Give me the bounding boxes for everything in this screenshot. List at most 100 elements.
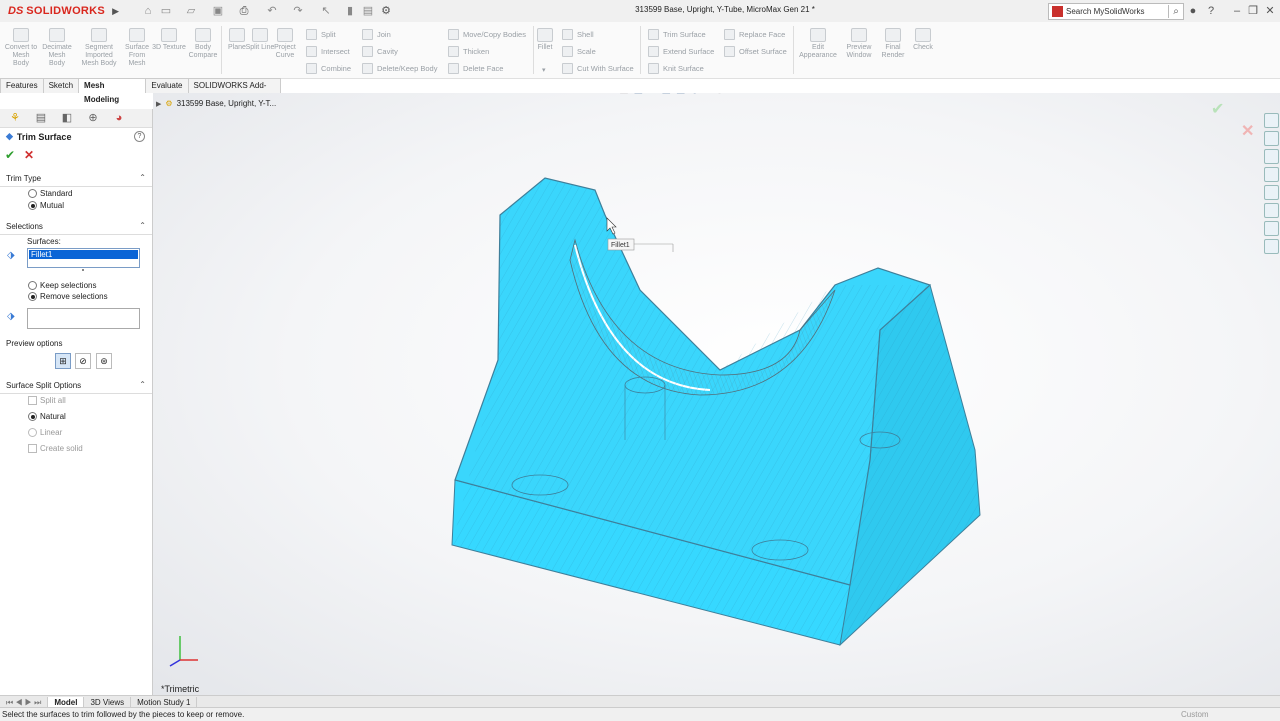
graphics-area[interactable]: ▶ ⚙ 313599 Base, Upright, Y-T... ⌕ ⌕ ◰ ◧… [153, 93, 1280, 695]
combine-button[interactable]: Combine [306, 63, 351, 74]
radio-remove-selections[interactable]: Remove selections [28, 292, 108, 301]
restore-icon[interactable]: ❐ [1246, 3, 1260, 19]
display-manager-icon[interactable]: ◕ [108, 110, 130, 126]
view-palette-icon[interactable] [1263, 167, 1279, 182]
surface-from-mesh-button[interactable]: Surface From Mesh [120, 28, 154, 68]
decimate-mesh-button[interactable]: Decimate Mesh Body [40, 28, 74, 68]
search-mysolidworks[interactable]: Search MySolidWorks ⌕ [1048, 3, 1184, 20]
surface-split-header[interactable]: Surface Split Options ⌃ [0, 379, 152, 394]
radio-standard-circle[interactable] [28, 189, 37, 198]
radio-linear-circle[interactable] [28, 428, 37, 437]
feature-manager-icon[interactable]: ⚘ [4, 110, 26, 126]
property-manager-icon[interactable]: ▤ [30, 110, 52, 126]
new-document-icon[interactable]: ▭ [158, 3, 174, 19]
final-render-button[interactable]: Final Render [876, 28, 910, 60]
solidworks-resources-icon[interactable] [1263, 113, 1279, 128]
project-curve-button[interactable]: Project Curve [268, 28, 302, 60]
resize-grip[interactable] [82, 269, 84, 271]
search-input[interactable]: Search MySolidWorks [1066, 7, 1168, 16]
cut-with-surface-button[interactable]: Cut With Surface [562, 63, 634, 74]
custom-properties-icon[interactable] [1263, 203, 1279, 218]
radio-mutual[interactable]: Mutual [28, 201, 64, 210]
3d-texture-button[interactable]: 3D Texture [152, 28, 186, 52]
tab-solidworks-addins[interactable]: SOLIDWORKS Add-Ins [187, 78, 281, 104]
chevron-up-icon[interactable]: ⌃ [139, 221, 146, 230]
checkbox-split-all[interactable]: Split all [28, 396, 66, 405]
configuration-manager-icon[interactable]: ◧ [56, 110, 78, 126]
fillet-dropdown-icon[interactable]: ▾ [542, 66, 546, 74]
options-gear-icon[interactable]: ⚙ [378, 3, 394, 19]
convert-to-mesh-button[interactable]: Convert to Mesh Body [4, 28, 38, 68]
help-icon[interactable]: ? [134, 131, 145, 142]
magnifier-icon[interactable]: ⌕ [1168, 5, 1183, 18]
tab-features[interactable]: Features [0, 78, 44, 93]
surfaces-listbox[interactable]: Fillet1 [27, 248, 140, 268]
replace-face-button[interactable]: Replace Face [724, 29, 785, 40]
solidworks-logo[interactable]: DS SOLIDWORKS ▶ [8, 3, 119, 19]
file-properties-icon[interactable]: ▤ [360, 3, 376, 19]
radio-remove-circle[interactable] [28, 292, 37, 301]
edit-appearance-button[interactable]: Edit Appearance [796, 28, 840, 60]
preview-window-button[interactable]: Preview Window [842, 28, 876, 60]
join-button[interactable]: Join [362, 29, 391, 40]
3dexperience-icon[interactable] [1263, 239, 1279, 254]
file-explorer-icon[interactable] [1263, 149, 1279, 164]
intersect-button[interactable]: Intersect [306, 46, 350, 57]
thicken-button[interactable]: Thicken [448, 46, 489, 57]
fillet-button[interactable]: Fillet [532, 28, 558, 52]
delete-keep-body-button[interactable]: Delete/Keep Body [362, 63, 437, 74]
select-icon[interactable]: ↖ [318, 3, 334, 19]
check-button[interactable]: Check [906, 28, 940, 52]
selections-header[interactable]: Selections ⌃ [0, 220, 152, 235]
surfaces-list-item[interactable]: Fillet1 [29, 250, 138, 259]
dimxpert-icon[interactable]: ⊕ [82, 110, 104, 126]
user-icon[interactable]: ● [1186, 3, 1200, 19]
trim-surface-button[interactable]: Trim Surface [648, 29, 706, 40]
pieces-listbox[interactable] [27, 308, 140, 329]
offset-surface-button[interactable]: Offset Surface [724, 46, 787, 57]
cancel-x-icon[interactable]: ✕ [24, 148, 34, 162]
chevron-up-icon[interactable]: ⌃ [139, 173, 146, 182]
appearances-icon[interactable] [1263, 185, 1279, 200]
mesh-model-3d[interactable]: Fillet1 [153, 93, 1280, 695]
rebuild-icon[interactable]: ▮ [342, 3, 358, 19]
chevron-up-icon[interactable]: ⌃ [139, 380, 146, 389]
radio-natural-circle[interactable] [28, 412, 37, 421]
delete-face-button[interactable]: Delete Face [448, 63, 503, 74]
tab-scroll-arrows[interactable]: ⏮ ◀ ▶ ⏭ [0, 696, 49, 708]
tab-mesh-modeling[interactable]: Mesh Modeling [78, 78, 147, 104]
save-icon[interactable]: ▣ [210, 3, 226, 19]
forum-icon[interactable] [1263, 221, 1279, 236]
cavity-button[interactable]: Cavity [362, 46, 398, 57]
tab-motion-study[interactable]: Motion Study 1 [131, 696, 198, 708]
segment-mesh-button[interactable]: Segment Imported Mesh Body [80, 28, 118, 68]
tab-sketch[interactable]: Sketch [42, 78, 80, 93]
design-library-icon[interactable] [1263, 131, 1279, 146]
radio-natural[interactable]: Natural [28, 412, 66, 421]
knit-surface-button[interactable]: Knit Surface [648, 63, 704, 74]
print-icon[interactable]: ⎙ [236, 3, 252, 19]
move-copy-bodies-button[interactable]: Move/Copy Bodies [448, 29, 526, 40]
radio-mutual-circle[interactable] [28, 201, 37, 210]
minimize-icon[interactable]: – [1230, 3, 1244, 19]
home-icon[interactable]: ⌂ [140, 3, 156, 19]
help-icon[interactable]: ? [1204, 3, 1218, 19]
body-compare-button[interactable]: Body Compare [186, 28, 220, 60]
ok-check-icon[interactable]: ✔ [5, 148, 15, 162]
tab-3d-views[interactable]: 3D Views [84, 696, 132, 708]
undo-icon[interactable]: ↶ [264, 3, 280, 19]
tab-evaluate[interactable]: Evaluate [145, 78, 189, 93]
radio-keep-selections[interactable]: Keep selections [28, 281, 96, 290]
split-button[interactable]: Split [306, 29, 336, 40]
preview-show-included-icon[interactable]: ⊞ [55, 353, 71, 369]
tab-model[interactable]: Model [48, 696, 85, 708]
redo-icon[interactable]: ↷ [290, 3, 306, 19]
checkbox-create-solid[interactable]: Create solid [28, 444, 83, 453]
radio-keep-circle[interactable] [28, 281, 37, 290]
shell-button[interactable]: Shell [562, 29, 594, 40]
units-selector[interactable]: Custom [1181, 710, 1209, 719]
menu-expand-icon[interactable]: ▶ [112, 6, 119, 17]
scale-button[interactable]: Scale [562, 46, 596, 57]
split-all-box[interactable] [28, 396, 37, 405]
radio-linear[interactable]: Linear [28, 428, 62, 437]
